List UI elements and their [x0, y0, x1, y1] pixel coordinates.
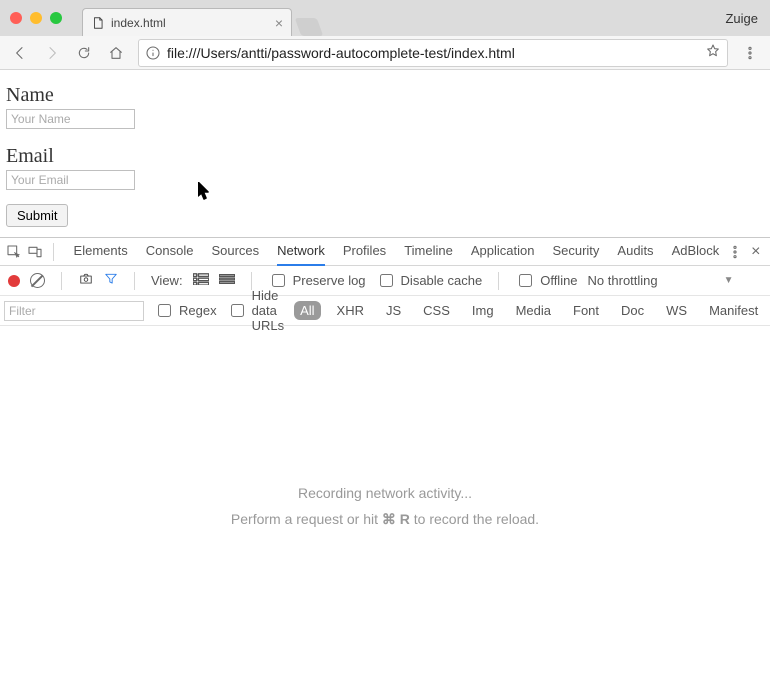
close-window-button[interactable]	[10, 12, 22, 24]
hide-data-urls-checkbox[interactable]: Hide data URLs	[227, 288, 285, 333]
view-label: View:	[151, 273, 183, 288]
chrome-menu-button[interactable]	[736, 39, 764, 67]
address-bar[interactable]: file:///Users/antti/password-autocomplet…	[138, 39, 728, 67]
separator	[498, 272, 499, 290]
clear-button[interactable]	[30, 273, 45, 288]
devtools-tab-profiles[interactable]: Profiles	[343, 237, 386, 266]
filter-type-font[interactable]: Font	[567, 301, 605, 320]
back-button[interactable]	[6, 39, 34, 67]
devtools-menu-icon[interactable]	[727, 242, 743, 262]
browser-tab[interactable]: index.html ×	[82, 8, 292, 36]
browser-toolbar: file:///Users/antti/password-autocomplet…	[0, 36, 770, 70]
filter-type-all[interactable]: All	[294, 301, 320, 320]
devtools-tabstrip: Elements Console Sources Network Profiles Tim…	[0, 238, 770, 266]
throttling-dropdown[interactable]: No throttling▼	[588, 273, 734, 288]
devtools-tab-timeline[interactable]: Timeline	[404, 237, 453, 266]
separator	[134, 272, 135, 290]
offline-checkbox[interactable]: Offline	[515, 271, 577, 290]
recording-message: Recording network activity...	[298, 485, 472, 501]
filter-type-xhr[interactable]: XHR	[331, 301, 370, 320]
screenshot-icon[interactable]	[78, 272, 94, 289]
tab-title: index.html	[111, 16, 166, 30]
view-large-icon[interactable]	[193, 273, 209, 288]
file-icon	[91, 16, 105, 30]
filter-type-img[interactable]: Img	[466, 301, 500, 320]
devtools-tab-console[interactable]: Console	[146, 237, 194, 266]
site-info-icon[interactable]	[145, 45, 161, 61]
separator	[61, 272, 62, 290]
filter-type-media[interactable]: Media	[510, 301, 557, 320]
reload-hint: Perform a request or hit ⌘ R to record t…	[231, 511, 539, 528]
url-text[interactable]: file:///Users/antti/password-autocomplet…	[167, 45, 705, 61]
devtools-tab-application[interactable]: Application	[471, 237, 535, 266]
devtools-tab-adblock[interactable]: AdBlock	[672, 237, 720, 266]
email-input[interactable]	[6, 170, 135, 190]
minimize-window-button[interactable]	[30, 12, 42, 24]
devtools-tab-sources[interactable]: Sources	[211, 237, 259, 266]
reload-button[interactable]	[70, 39, 98, 67]
traffic-lights	[10, 12, 62, 24]
profile-label[interactable]: Zuige	[725, 11, 758, 26]
devtools-tab-elements[interactable]: Elements	[74, 237, 128, 266]
new-tab-button[interactable]	[295, 18, 324, 36]
regex-checkbox[interactable]: Regex	[154, 301, 217, 320]
filter-type-ws[interactable]: WS	[660, 301, 693, 320]
zoom-window-button[interactable]	[50, 12, 62, 24]
devtools-tab-audits[interactable]: Audits	[617, 237, 653, 266]
network-filter-bar: Regex Hide data URLs AllXHRJSCSSImgMedia…	[0, 296, 770, 326]
home-button[interactable]	[102, 39, 130, 67]
devtools-panel: Elements Console Sources Network Profiles Tim…	[0, 237, 770, 686]
bookmark-star-icon[interactable]	[705, 43, 721, 62]
close-tab-icon[interactable]: ×	[275, 15, 283, 31]
view-small-icon[interactable]	[219, 273, 235, 288]
devtools-tab-network[interactable]: Network	[277, 237, 325, 266]
device-toolbar-icon[interactable]	[26, 242, 42, 262]
inspect-element-icon[interactable]	[6, 242, 22, 262]
window-titlebar: index.html × Zuige	[0, 0, 770, 36]
filter-type-css[interactable]: CSS	[417, 301, 456, 320]
filter-input[interactable]	[4, 301, 144, 321]
filter-type-js[interactable]: JS	[380, 301, 407, 320]
name-input[interactable]	[6, 109, 135, 129]
forward-button[interactable]	[38, 39, 66, 67]
name-label: Name	[6, 84, 764, 107]
filter-type-manifest[interactable]: Manifest	[703, 301, 764, 320]
filter-type-doc[interactable]: Doc	[615, 301, 650, 320]
page-content: Name Email Submit	[0, 70, 770, 237]
separator	[251, 272, 252, 290]
email-label: Email	[6, 145, 764, 168]
disable-cache-checkbox[interactable]: Disable cache	[376, 271, 483, 290]
separator	[53, 243, 54, 261]
devtools-close-icon[interactable]: ×	[748, 242, 764, 262]
tab-strip: index.html ×	[82, 0, 320, 36]
filter-toggle-icon[interactable]	[104, 272, 118, 289]
network-body: Recording network activity... Perform a …	[0, 326, 770, 686]
submit-button[interactable]: Submit	[6, 204, 68, 227]
record-button[interactable]	[8, 275, 20, 287]
devtools-tab-security[interactable]: Security	[552, 237, 599, 266]
network-toolbar: View: Preserve log Disable cache Offline…	[0, 266, 770, 296]
